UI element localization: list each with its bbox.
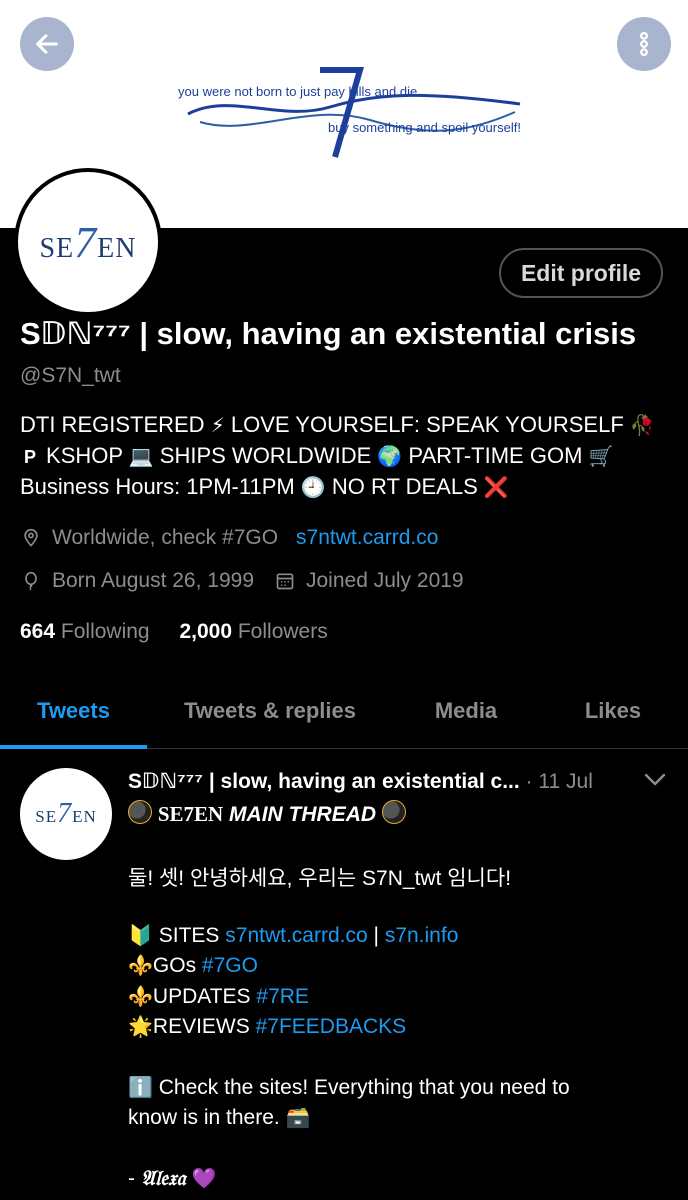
profile-page: you were not born to just pay bills and … (0, 0, 688, 1200)
website-link[interactable]: s7ntwt.carrd.co (296, 526, 438, 550)
clock-icon: 🕘 (300, 477, 326, 499)
tweet-title: SE7EN MAIN THREAD (128, 800, 406, 827)
balloon-icon (20, 570, 42, 592)
tweet-info-line-2: know is in there. 🗃️ (128, 1106, 311, 1129)
tweet-signature: - 𝔄𝔩𝔢𝔵𝔞 💜 (128, 1166, 217, 1190)
card-file-box-icon: 🗃️ (285, 1107, 311, 1129)
edit-profile-button[interactable]: Edit profile (499, 248, 663, 298)
globe-icon: 🌍 (377, 446, 403, 468)
tweet-author-name[interactable]: S𝔻ℕ⁷⁷⁷ | slow, having an existential c..… (128, 770, 520, 793)
cross-mark-icon: ❌ (483, 477, 509, 499)
sites-link-1[interactable]: s7ntwt.carrd.co (225, 924, 367, 947)
glowing-star-icon: 🌟 (128, 1016, 153, 1038)
location-row: Worldwide, check #7GO s7ntwt.carrd.co (20, 526, 438, 550)
user-handle: @S7N_twt (20, 364, 121, 387)
avatar-logo: SE7EN (39, 217, 137, 267)
info-icon: ℹ️ (128, 1077, 153, 1099)
birthday-text: Born August 26, 1999 (52, 569, 254, 592)
more-vertical-icon (640, 31, 648, 57)
tab-media[interactable]: Media (410, 674, 522, 748)
tab-tweets-and-replies[interactable]: Tweets & replies (160, 674, 380, 748)
tweet-timestamp[interactable]: 11 Jul (538, 770, 592, 793)
bio-line-1: DTI REGISTERED ⚡ LOVE YOURSELF: SPEAK YO… (20, 412, 655, 437)
moon-icon (128, 800, 152, 824)
hashtag-7re[interactable]: #7RE (256, 985, 309, 1008)
banner-artwork (187, 67, 521, 158)
tweet-updates-line: ⚜️UPDATES #7RE (128, 985, 309, 1008)
avatar-logo: SE7EN (35, 798, 97, 829)
active-tab-indicator (0, 745, 147, 749)
fleur-de-lis-icon: ⚜️ (128, 986, 153, 1008)
joined-text: Joined July 2019 (306, 569, 464, 592)
location-icon (20, 527, 42, 549)
shopping-cart-icon: 🛒 (588, 446, 614, 468)
location-text: Worldwide, check #7GO (52, 526, 279, 549)
tab-likes[interactable]: Likes (560, 674, 666, 748)
calendar-icon (274, 570, 296, 592)
laptop-icon: 💻 (128, 446, 154, 468)
tweet-reviews-line: 🌟REVIEWS #7FEEDBACKS (128, 1015, 407, 1038)
bio-line-3: Business Hours: 1PM-11PM 🕘 NO RT DEALS ❌ (20, 474, 509, 499)
hashtag-7feedbacks[interactable]: #7FEEDBACKS (256, 1015, 407, 1038)
following-stat[interactable]: 664 Following (20, 620, 150, 643)
moon-icon (381, 800, 406, 824)
fleur-de-lis-icon: ⚜️ (128, 955, 153, 977)
bio-line-2: P KSHOP 💻 SHIPS WORLDWIDE 🌍 PART-TIME GOM… (24, 443, 614, 468)
tweet-greeting: 둘! 셋! 안녕하세요, 우리는 S7N_twt 임니다! (128, 867, 512, 890)
tweet-sites-line: 🔰 SITES s7ntwt.carrd.co | s7n.info (128, 924, 459, 947)
profile-avatar[interactable]: SE7EN (14, 168, 162, 316)
beginner-badge-icon: 🔰 (128, 925, 153, 947)
chevron-down-icon[interactable] (640, 768, 670, 792)
banner-tagline-bottom: buy something and spoil yourself! (328, 120, 521, 135)
hashtag-7go[interactable]: #7GO (202, 954, 258, 977)
dates-row: Born August 26, 1999 Joined July 2019 (20, 569, 464, 593)
tweet-avatar[interactable]: SE7EN (20, 768, 112, 860)
display-name: S𝔻ℕ⁷⁷⁷ | slow, having an existential cri… (20, 316, 637, 351)
banner-tagline-top: you were not born to just pay bills and … (178, 84, 418, 99)
tab-tweets[interactable]: Tweets (0, 674, 147, 748)
back-button[interactable] (20, 17, 74, 71)
followers-stat[interactable]: 2,000 Followers (179, 620, 327, 643)
wilted-rose-icon: 🥀 (629, 415, 655, 437)
sites-link-2[interactable]: s7n.info (385, 924, 459, 947)
back-arrow-icon (36, 34, 58, 54)
follow-stats: 664 Following 2,000 Followers (20, 620, 328, 644)
tweet-header: S𝔻ℕ⁷⁷⁷ | slow, having an existential c..… (128, 770, 593, 793)
tweet-gos-line: ⚜️GOs #7GO (128, 954, 258, 977)
lightning-icon: ⚡ (210, 415, 225, 437)
tweet-info-line-1: ℹ️ Check the sites! Everything that you … (128, 1076, 570, 1099)
purple-heart-icon: 💜 (191, 1168, 217, 1190)
profile-tabs: Tweets Tweets & replies Media Likes (0, 674, 688, 749)
more-options-button[interactable] (617, 17, 671, 71)
p-badge-icon: P (24, 447, 37, 467)
